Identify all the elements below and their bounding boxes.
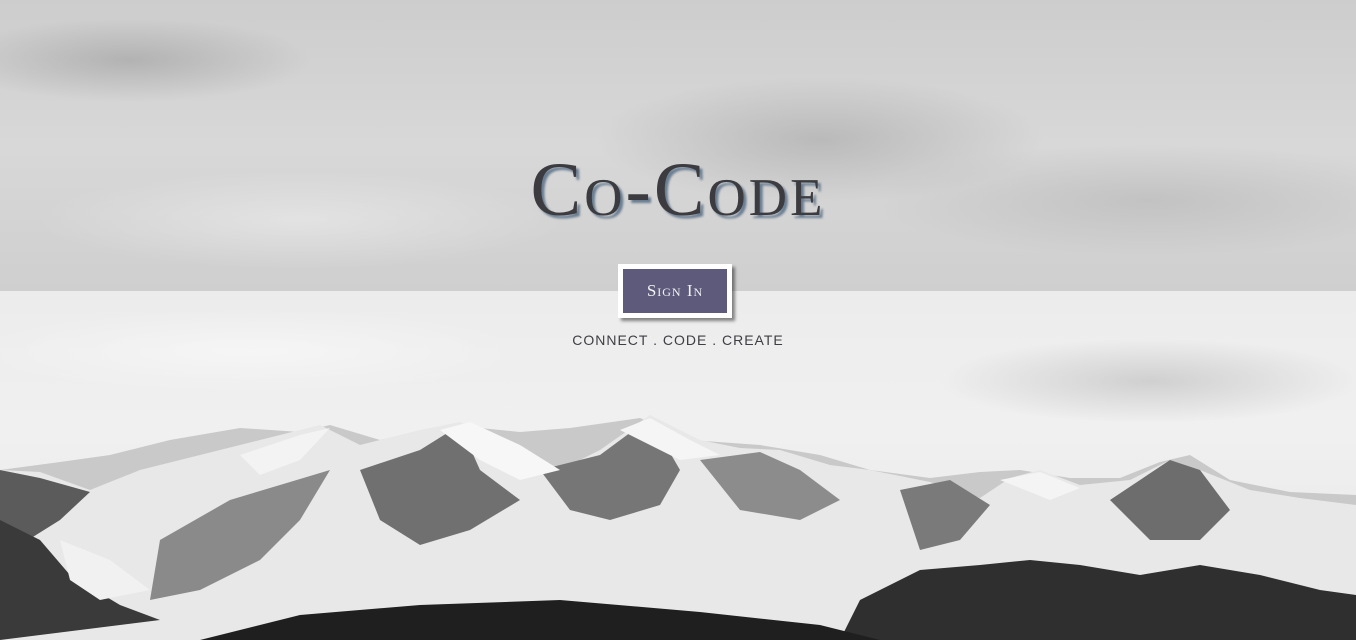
tagline: CONNECT . CODE . CREATE (572, 332, 784, 348)
sign-in-button[interactable]: Sign In (618, 264, 732, 318)
hero-section: Co-Code Sign In CONNECT . CODE . CREATE (0, 0, 1356, 640)
mountain-range-image (0, 415, 1356, 640)
page-title: Co-Code (530, 148, 826, 232)
